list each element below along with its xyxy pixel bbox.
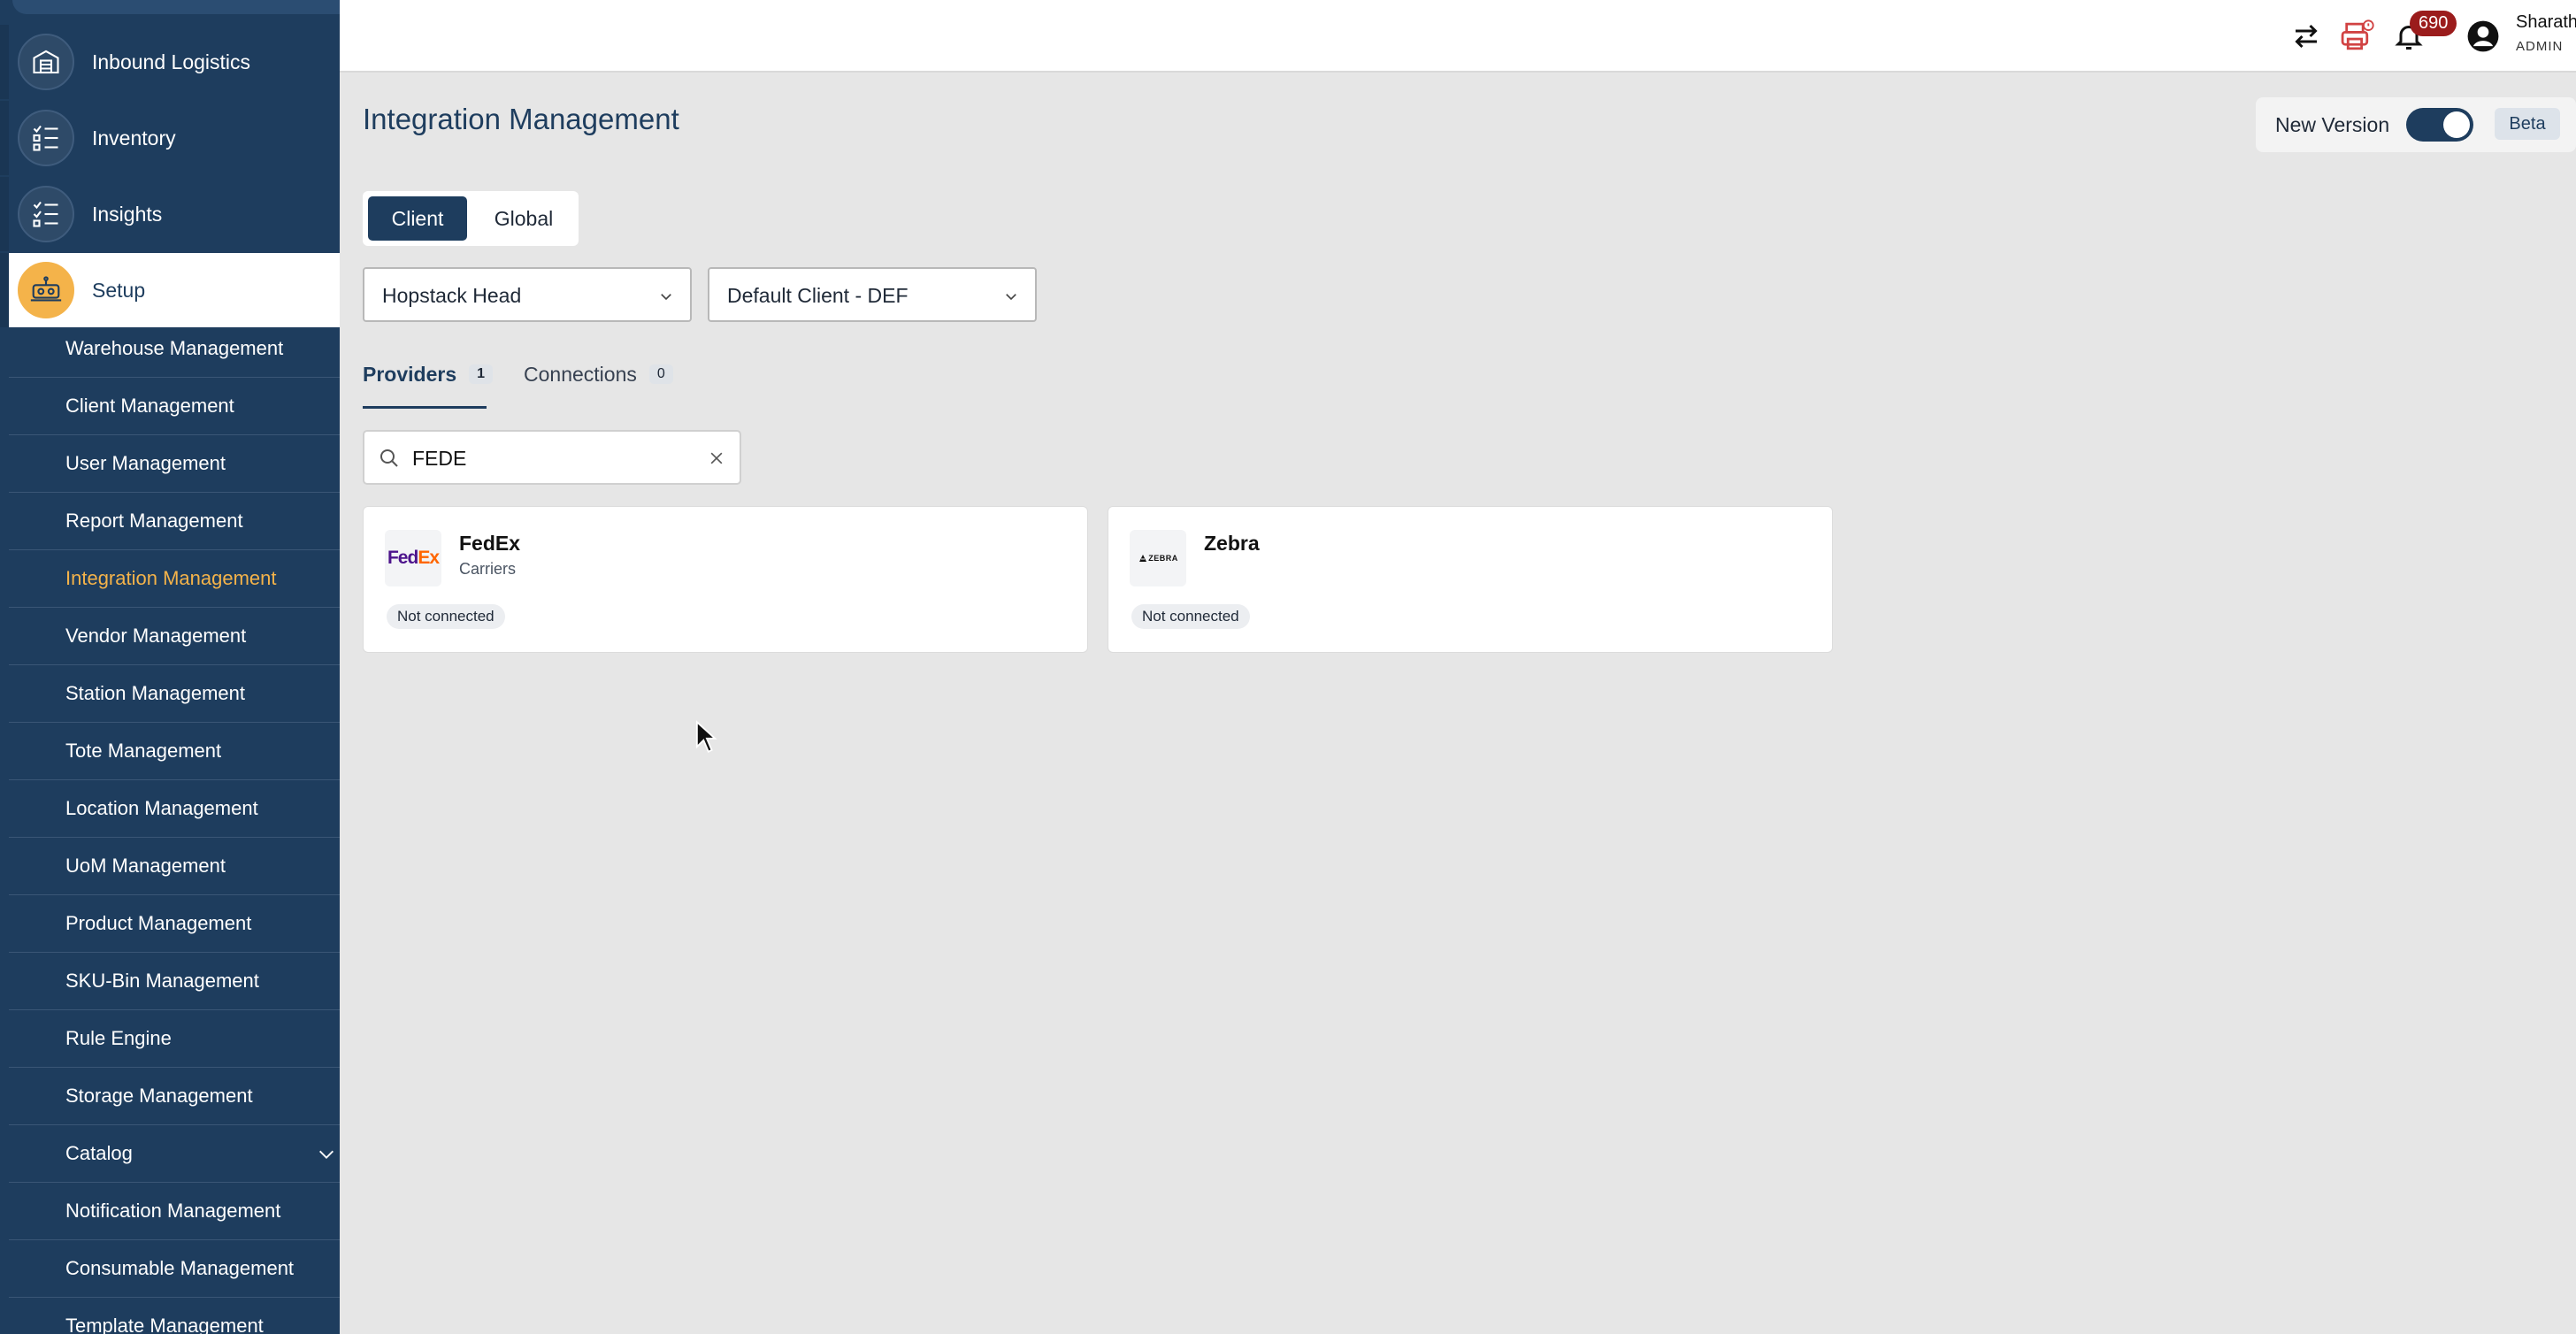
- tab-label: Providers: [363, 363, 457, 386]
- setup-submenu: Warehouse Management Client Management U…: [9, 320, 340, 1334]
- provider-search-input[interactable]: FEDE: [363, 430, 741, 485]
- user-name: Sharath: [2516, 12, 2576, 32]
- sidebar-item-inbound-logistics[interactable]: Inbound Logistics: [0, 25, 340, 99]
- new-version-toggle[interactable]: [2406, 108, 2473, 142]
- chevron-down-icon: [658, 288, 674, 309]
- sidebar-item-label: Inbound Logistics: [92, 50, 251, 73]
- sidebar-subitem-sku-bin-management[interactable]: SKU-Bin Management: [9, 953, 340, 1010]
- sidebar-subitem-rule-engine[interactable]: Rule Engine: [9, 1010, 340, 1068]
- search-icon: [379, 448, 400, 473]
- scope-segmented-control: Client Global: [363, 191, 579, 246]
- sidebar: Inbound Logistics Inventory Insights Set…: [0, 0, 340, 1334]
- sidebar-subitem-station-management[interactable]: Station Management: [9, 665, 340, 723]
- checklist-icon: [18, 186, 74, 242]
- warehouse-select[interactable]: Hopstack Head: [363, 267, 692, 322]
- zebra-head-icon: [1139, 555, 1147, 562]
- provider-category: Carriers: [459, 560, 517, 578]
- sidebar-item-inventory[interactable]: Inventory: [0, 101, 340, 175]
- sidebar-item-label: Inventory: [92, 126, 176, 150]
- mouse-cursor-icon: [695, 720, 718, 758]
- switch-arrows-icon[interactable]: [2286, 16, 2327, 57]
- warehouse-icon: [18, 34, 74, 90]
- printer-alert-icon[interactable]: [2337, 16, 2378, 57]
- sidebar-subitem-client-management[interactable]: Client Management: [9, 378, 340, 435]
- chevron-down-icon: [1003, 288, 1019, 309]
- global-scope-button[interactable]: Global: [474, 196, 573, 241]
- search-value: FEDE: [412, 447, 467, 470]
- toggle-knob: [2443, 111, 2470, 138]
- sidebar-item-insights[interactable]: Insights: [0, 177, 340, 251]
- sidebar-item-setup[interactable]: Setup: [0, 253, 340, 327]
- close-icon[interactable]: [708, 449, 725, 472]
- sidebar-subitem-user-management[interactable]: User Management: [9, 435, 340, 493]
- sidebar-subitem-tote-management[interactable]: Tote Management: [9, 723, 340, 780]
- zebra-logo-wordmark: ZEBRA: [1148, 554, 1178, 563]
- sidebar-subitem-product-management[interactable]: Product Management: [9, 895, 340, 953]
- provider-card-zebra[interactable]: ZEBRA Zebra Not connected: [1108, 506, 1833, 653]
- sidebar-item-label: Setup: [92, 278, 146, 302]
- catalog-label: Catalog: [65, 1142, 133, 1164]
- tab-label: Connections: [524, 363, 637, 386]
- client-select-value: Default Client - DEF: [727, 284, 908, 307]
- sidebar-subitem-vendor-management[interactable]: Vendor Management: [9, 608, 340, 665]
- sidebar-top-cap: [12, 0, 340, 14]
- tab-connections[interactable]: Connections 0: [524, 363, 673, 409]
- sidebar-subitem-location-management[interactable]: Location Management: [9, 780, 340, 838]
- client-scope-button[interactable]: Client: [368, 196, 467, 241]
- zebra-logo: ZEBRA: [1130, 530, 1186, 586]
- sidebar-subitem-report-management[interactable]: Report Management: [9, 493, 340, 550]
- sidebar-item-label: Insights: [92, 202, 163, 226]
- sidebar-subitem-catalog[interactable]: Catalog: [9, 1125, 340, 1183]
- sidebar-subitem-consumable-management[interactable]: Consumable Management: [9, 1240, 340, 1298]
- tab-providers[interactable]: Providers 1: [363, 363, 494, 409]
- new-version-label: New Version: [2275, 113, 2390, 136]
- sidebar-subitem-notification-management[interactable]: Notification Management: [9, 1183, 340, 1240]
- robot-icon: [18, 262, 74, 318]
- fedex-logo: FedEx: [385, 530, 441, 586]
- page-title: Integration Management: [363, 103, 679, 135]
- provider-card-fedex[interactable]: FedEx FedEx Carriers Not connected: [363, 506, 1088, 653]
- sidebar-subitem-uom-management[interactable]: UoM Management: [9, 838, 340, 895]
- warehouse-select-value: Hopstack Head: [382, 284, 522, 307]
- client-select[interactable]: Default Client - DEF: [708, 267, 1037, 322]
- new-version-panel: New Version Beta: [2256, 97, 2576, 152]
- checklist-icon: [18, 110, 74, 166]
- provider-name: Zebra: [1204, 532, 1260, 555]
- provider-name: FedEx: [459, 532, 521, 555]
- sidebar-subitem-template-management[interactable]: Template Management: [9, 1298, 340, 1334]
- chevron-down-icon: [317, 1145, 336, 1169]
- fedex-logo-wordmark: FedEx: [387, 548, 440, 568]
- user-role: ADMIN: [2516, 39, 2564, 54]
- status-badge: Not connected: [1131, 604, 1250, 629]
- tab-count-badge: 0: [648, 364, 673, 384]
- sidebar-subitem-integration-management[interactable]: Integration Management: [9, 550, 340, 608]
- status-badge: Not connected: [387, 604, 505, 629]
- notification-count-badge: 690: [2410, 11, 2457, 36]
- top-bar: 690 Sharath ADMIN: [340, 0, 2576, 73]
- beta-badge: Beta: [2495, 108, 2560, 140]
- tab-count-badge: 1: [469, 364, 494, 384]
- sidebar-subitem-storage-management[interactable]: Storage Management: [9, 1068, 340, 1125]
- sidebar-subitem-warehouse-management[interactable]: Warehouse Management: [9, 320, 340, 378]
- user-avatar-icon[interactable]: [2463, 16, 2503, 57]
